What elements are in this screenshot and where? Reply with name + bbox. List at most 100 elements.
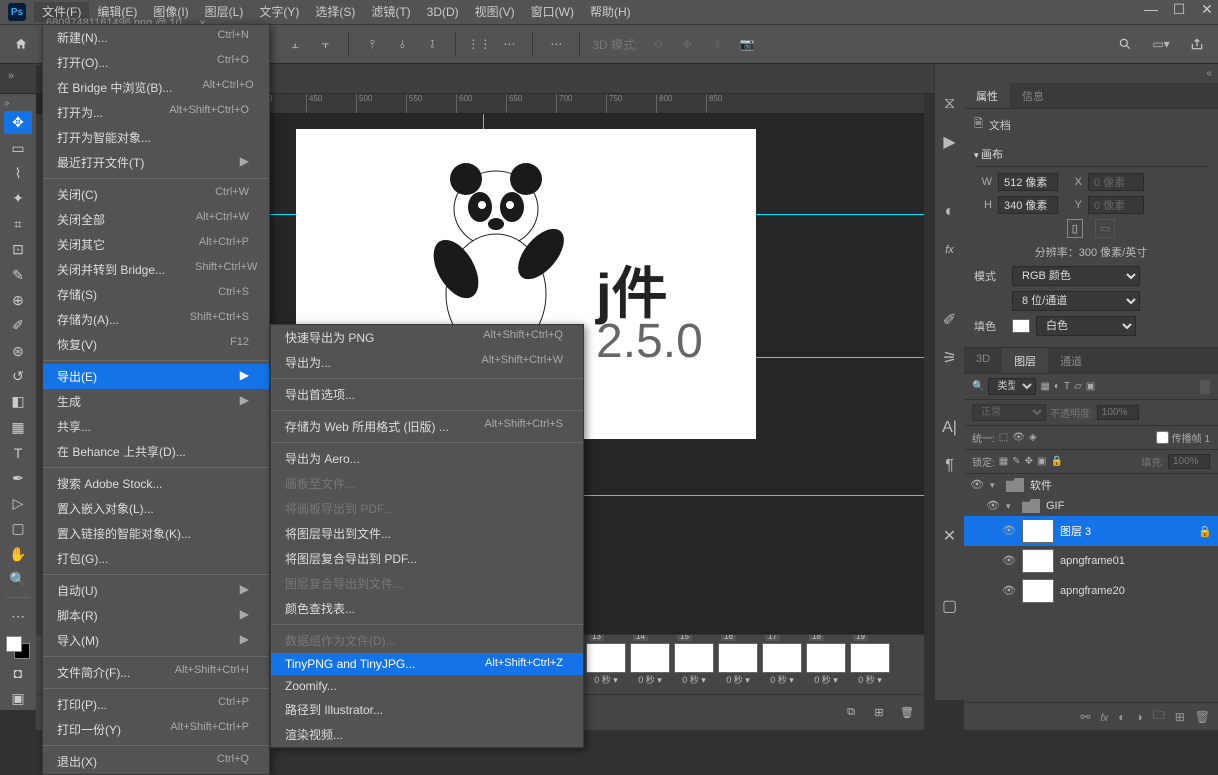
visibility-icon[interactable]: 👁 — [1002, 584, 1016, 598]
search-icon[interactable] — [1114, 33, 1136, 55]
menu-item[interactable]: 退出(X)Ctrl+Q — [43, 749, 269, 774]
delete-frame-icon[interactable]: 🗑 — [898, 704, 916, 722]
panel-collapse-icon[interactable]: « — [964, 64, 1218, 83]
new-layer-icon[interactable]: ⊞ — [1175, 710, 1185, 724]
play-triangle-icon[interactable]: ▶ — [940, 132, 960, 152]
tab-layers[interactable]: 图层 — [1002, 348, 1048, 373]
menu-item[interactable]: 将图层导出到文件... — [271, 521, 583, 546]
gradient-tool[interactable]: ▦ — [4, 416, 32, 439]
align-bottom-icon[interactable]: ⫱ — [421, 33, 443, 55]
zoom-tool[interactable]: 🔍 — [4, 568, 32, 591]
pen-tool[interactable]: ✒ — [4, 466, 32, 489]
lock-all-icon[interactable]: 🔒 — [1050, 456, 1062, 467]
path-select-tool[interactable]: ▷ — [4, 492, 32, 515]
distribute-h-icon[interactable]: ⋮⋮ — [468, 33, 490, 55]
link-layers-icon[interactable]: ⚯ — [1080, 710, 1090, 724]
animation-frame[interactable]: 180 秒 ▾ — [806, 643, 846, 686]
tool-presets-icon[interactable]: ✕ — [940, 526, 960, 546]
menu-item[interactable]: 将图层复合导出到 PDF... — [271, 546, 583, 571]
color-swatches[interactable] — [6, 636, 30, 659]
menu-item[interactable]: 置入嵌入对象(L)... — [43, 496, 269, 521]
menu-item[interactable]: 共享... — [43, 414, 269, 439]
menu-滤镜[interactable]: 滤镜(T) — [363, 2, 418, 22]
landscape-icon[interactable]: ▭ — [1095, 219, 1115, 238]
menu-item[interactable]: 路径到 Illustrator... — [271, 697, 583, 722]
shape-tool[interactable]: ▢ — [4, 517, 32, 540]
distribute-v-icon[interactable]: ⋯ — [498, 33, 520, 55]
height-input[interactable] — [998, 196, 1058, 214]
share-icon[interactable] — [1186, 33, 1208, 55]
expand-icon[interactable]: ▾ — [1006, 501, 1016, 512]
menu-窗口[interactable]: 窗口(W) — [523, 2, 582, 22]
menu-item[interactable]: 打开为...Alt+Shift+Ctrl+O — [43, 100, 269, 125]
stamp-tool[interactable]: ⊛ — [4, 340, 32, 363]
menu-选择[interactable]: 选择(S) — [307, 2, 363, 22]
quick-mask-tool[interactable]: ◘ — [4, 661, 32, 684]
unify-position-icon[interactable]: ⬚ — [999, 432, 1008, 443]
frame-tool[interactable]: ⊡ — [4, 238, 32, 261]
eraser-tool[interactable]: ◧ — [4, 390, 32, 413]
lasso-tool[interactable]: ⌇ — [4, 162, 32, 185]
menu-item[interactable]: 关闭(C)Ctrl+W — [43, 182, 269, 207]
unify-style-icon[interactable]: ◈ — [1029, 432, 1037, 443]
styles-fx-icon[interactable]: fx — [940, 240, 960, 260]
menu-item[interactable]: 关闭并转到 Bridge...Shift+Ctrl+W — [43, 257, 269, 282]
search-icon[interactable]: 🔍 — [972, 381, 984, 392]
menu-item[interactable]: 在 Bridge 中浏览(B)...Alt+Ctrl+O — [43, 75, 269, 100]
move-tool[interactable]: ✥ — [4, 111, 32, 134]
menu-item[interactable]: 关闭全部Alt+Ctrl+W — [43, 207, 269, 232]
menu-item[interactable]: 存储为 Web 所用格式 (旧版) ...Alt+Shift+Ctrl+S — [271, 414, 583, 439]
layer-item[interactable]: 👁apngframe20 — [964, 576, 1218, 606]
frame-delay[interactable]: 0 秒 ▾ — [630, 673, 670, 686]
frame-delay[interactable]: 0 秒 ▾ — [718, 673, 758, 686]
menu-item[interactable]: 打开(O)...Ctrl+O — [43, 50, 269, 75]
visibility-icon[interactable]: 👁 — [970, 478, 984, 492]
menu-item[interactable]: 打开为智能对象... — [43, 125, 269, 150]
layer-thumbnail[interactable] — [1022, 579, 1054, 603]
layer-thumbnail[interactable] — [1022, 519, 1054, 543]
menu-item[interactable]: 导出为 Aero... — [271, 446, 583, 471]
crop-tool[interactable]: ⌗ — [4, 213, 32, 236]
delete-layer-icon[interactable]: 🗑 — [1195, 710, 1210, 724]
filter-smart-icon[interactable]: ▣ — [1086, 381, 1095, 392]
unify-visibility-icon[interactable]: 👁 — [1012, 432, 1025, 443]
layer-group[interactable]: 👁▾GIF — [964, 496, 1218, 516]
align-right-icon[interactable]: ⫟ — [314, 33, 336, 55]
menu-文字[interactable]: 文字(Y) — [251, 2, 307, 22]
tween-icon[interactable]: ⧉ — [842, 704, 860, 722]
layer-item[interactable]: 👁apngframe01 — [964, 546, 1218, 576]
tab-info[interactable]: 信息 — [1010, 83, 1056, 108]
animation-frame[interactable]: 170 秒 ▾ — [762, 643, 802, 686]
lock-artboard-icon[interactable]: ▣ — [1037, 456, 1046, 467]
layer-thumbnail[interactable] — [1022, 549, 1054, 573]
blend-mode-select[interactable]: 正常 — [972, 404, 1046, 421]
layer-fx-icon[interactable]: fx — [1100, 710, 1108, 724]
edit-toolbar[interactable]: ⋯ — [4, 604, 32, 627]
portrait-icon[interactable]: ▯ — [1067, 219, 1083, 238]
filter-type-select[interactable]: 类型 — [988, 378, 1036, 395]
align-top-icon[interactable]: ⫯ — [361, 33, 383, 55]
y-input[interactable] — [1088, 196, 1144, 214]
more-icon[interactable]: ⋯ — [545, 33, 567, 55]
menu-item[interactable]: 颜色查找表... — [271, 596, 583, 621]
color-mode-select[interactable]: RGB 颜色 — [1012, 266, 1140, 286]
menu-item[interactable]: 关闭其它Alt+Ctrl+P — [43, 232, 269, 257]
character-icon[interactable]: A| — [940, 418, 960, 438]
menu-item[interactable]: Zoomify... — [271, 675, 583, 697]
menu-item[interactable]: 导出为...Alt+Shift+Ctrl+W — [271, 350, 583, 375]
menu-item[interactable]: 脚本(R)▶ — [43, 603, 269, 628]
menu-item[interactable]: 渲染视频... — [271, 722, 583, 747]
healing-tool[interactable]: ⊕ — [4, 289, 32, 312]
tab-overflow-icon[interactable]: » — [8, 70, 14, 82]
brushes-icon[interactable]: ✐ — [940, 310, 960, 330]
menu-item[interactable]: 快速导出为 PNGAlt+Shift+Ctrl+Q — [271, 325, 583, 350]
marquee-tool[interactable]: ▭ — [4, 136, 32, 159]
filter-type-icon[interactable]: T — [1064, 381, 1070, 392]
menu-item[interactable]: 打包(G)... — [43, 546, 269, 571]
menu-item[interactable]: 存储为(A)...Shift+Ctrl+S — [43, 307, 269, 332]
layer-item[interactable]: 👁图层 3🔒 — [964, 516, 1218, 546]
bit-depth-select[interactable]: 8 位/通道 — [1012, 291, 1140, 311]
type-tool[interactable]: T — [4, 441, 32, 464]
lock-image-icon[interactable]: ✎ — [1012, 456, 1020, 467]
frame-delay[interactable]: 0 秒 ▾ — [806, 673, 846, 686]
